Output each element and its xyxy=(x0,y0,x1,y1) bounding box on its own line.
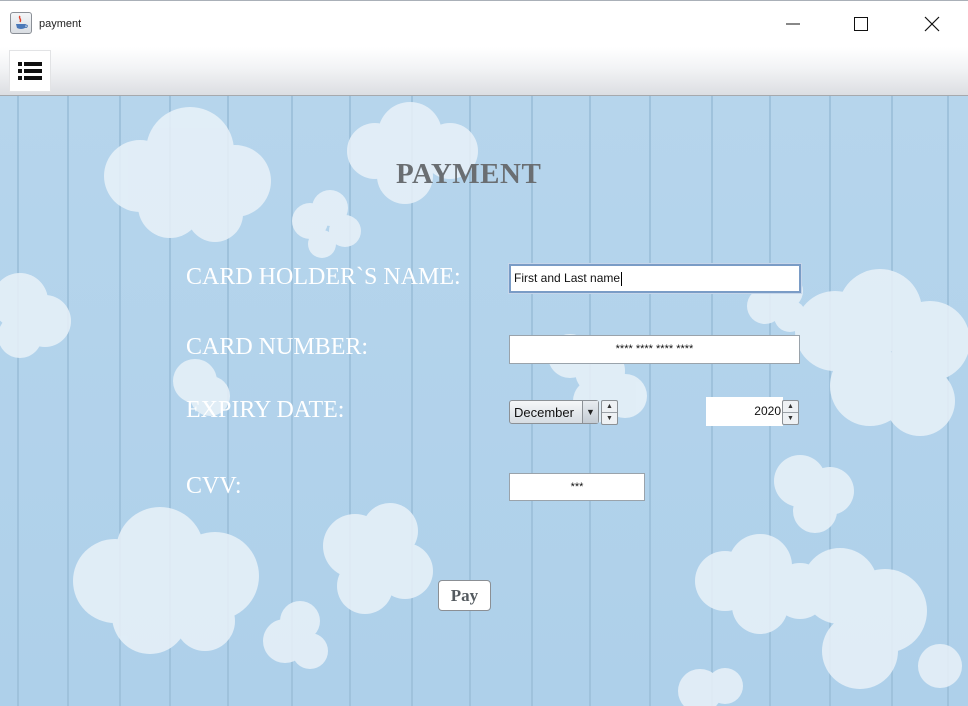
cvv-input[interactable]: *** xyxy=(509,473,645,501)
maximize-button[interactable] xyxy=(838,1,884,47)
expiry-month-select[interactable]: December ▼ xyxy=(509,400,599,424)
expiry-year-spinner[interactable]: ▲ ▼ xyxy=(782,400,799,425)
chevron-down-icon[interactable]: ▼ xyxy=(582,401,598,423)
java-cup-icon[interactable] xyxy=(10,12,32,34)
text-caret xyxy=(621,271,623,286)
pay-button[interactable]: Pay xyxy=(438,580,491,611)
window-titlebar: payment xyxy=(0,0,968,47)
expiry-month-value: December xyxy=(514,405,574,420)
window-title: payment xyxy=(39,18,82,30)
minimize-icon xyxy=(786,23,800,25)
card-number-label: CARD NUMBER: xyxy=(186,334,369,360)
expiry-month-spinner[interactable]: ▲ ▼ xyxy=(601,400,618,425)
expiry-year-input[interactable]: 2020 xyxy=(706,397,783,426)
list-menu-icon xyxy=(18,62,42,80)
spin-up-icon[interactable]: ▲ xyxy=(602,401,617,413)
maximize-icon xyxy=(854,17,868,31)
minimize-button[interactable] xyxy=(770,1,816,47)
card-number-input[interactable]: **** **** **** **** xyxy=(509,335,800,364)
spin-down-icon[interactable]: ▼ xyxy=(602,413,617,424)
card-holder-name-input[interactable]: First and Last name xyxy=(509,264,801,293)
card-holder-name-value: First and Last name xyxy=(514,271,621,285)
menu-button[interactable] xyxy=(9,50,51,92)
card-holder-name-label: CARD HOLDER`S NAME: xyxy=(186,264,461,290)
cvv-label: CVV: xyxy=(186,473,242,499)
expiry-date-label: EXPIRY DATE: xyxy=(186,397,345,423)
toolbar xyxy=(0,47,968,96)
spin-up-icon[interactable]: ▲ xyxy=(783,401,798,413)
spin-down-icon[interactable]: ▼ xyxy=(783,413,798,424)
payment-panel: PAYMENT CARD HOLDER`S NAME: First and La… xyxy=(0,96,968,706)
close-icon xyxy=(924,16,940,32)
page-title: PAYMENT xyxy=(396,158,542,190)
close-button[interactable] xyxy=(909,1,955,47)
